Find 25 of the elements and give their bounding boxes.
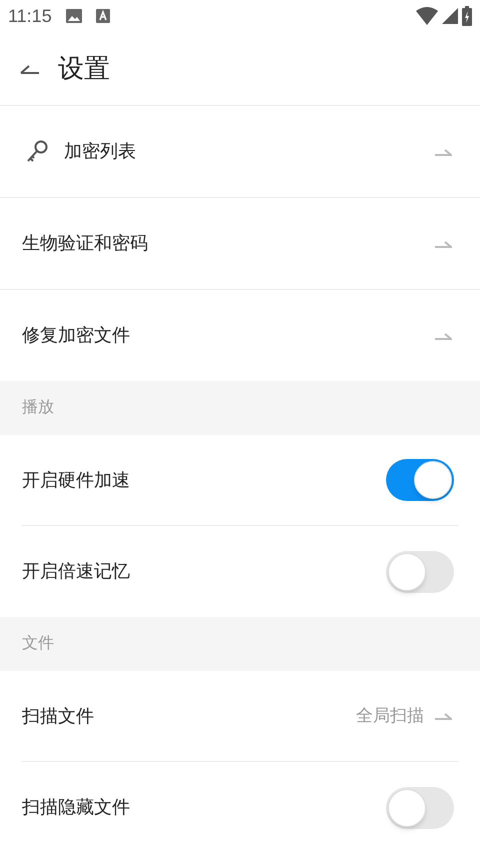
section-header: 播放 <box>22 398 54 418</box>
settings-row[interactable]: 扫描文件 全局扫描 <box>0 671 480 762</box>
toggle-switch[interactable] <box>386 459 454 501</box>
battery-icon <box>462 6 472 26</box>
page-title: 设置 <box>58 52 110 85</box>
signal-icon <box>442 8 458 24</box>
setting-value: 全局扫描 <box>356 705 424 728</box>
status-time: 11:15 <box>8 4 52 28</box>
setting-label: 开启硬件加速 <box>22 468 131 492</box>
setting-label: 修复加密文件 <box>22 324 131 347</box>
settings-row[interactable]: 加密列表 <box>0 106 480 198</box>
setting-label: 扫描隐藏文件 <box>22 796 131 819</box>
setting-label: 扫描文件 <box>22 704 95 728</box>
notification-icon <box>96 9 110 23</box>
toggle-switch[interactable] <box>386 550 454 592</box>
image-icon <box>66 9 82 23</box>
section-header: 文件 <box>22 634 54 654</box>
setting-label: 生物验证和密码 <box>22 232 149 255</box>
toggle-switch[interactable] <box>386 786 454 828</box>
wifi-icon <box>416 7 438 25</box>
settings-row[interactable]: 修复加密文件 <box>0 290 480 381</box>
setting-label: 加密列表 <box>64 140 137 163</box>
setting-label: 开启倍速记忆 <box>22 560 131 583</box>
back-icon <box>20 64 40 74</box>
settings-row[interactable]: 生物验证和密码 <box>0 198 480 290</box>
